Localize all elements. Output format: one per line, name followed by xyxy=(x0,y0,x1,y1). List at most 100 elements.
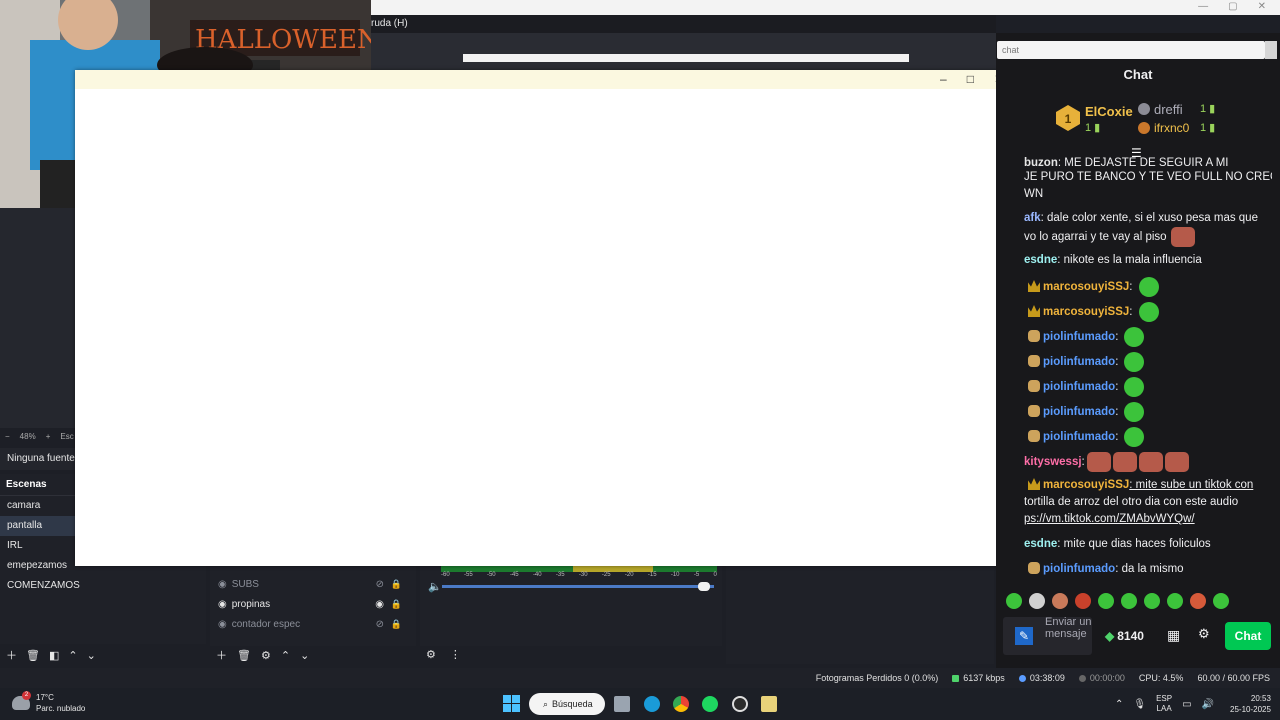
leaderboard: 1 ElCoxie 1 ▮ dreffi 1 ▮ ifrxnc0 1 ▮ xyxy=(1056,102,1256,142)
lock-icon[interactable]: 🔒 xyxy=(391,619,402,630)
delete-source-button[interactable]: 🗑 xyxy=(237,649,251,662)
chat-url-button[interactable] xyxy=(1265,41,1277,59)
clock[interactable]: 20:53 25-10-2025 xyxy=(1230,693,1271,715)
app-icon[interactable] xyxy=(761,696,777,712)
delete-scene-button[interactable]: 🗑 xyxy=(26,649,40,662)
emote-picker-icon[interactable] xyxy=(1121,593,1137,609)
chat-send-button[interactable]: Chat xyxy=(1225,622,1271,650)
pin-icon[interactable]: ✎ xyxy=(1015,627,1033,645)
minimize-button[interactable]: — xyxy=(1198,1,1208,12)
source-item[interactable]: ◉ contador espec ⊘ 🔒 xyxy=(210,614,416,634)
maximize-button[interactable]: ▢ xyxy=(1228,1,1237,12)
chat-username[interactable]: marcosouyiSSJ xyxy=(1043,306,1129,318)
source-down-button[interactable]: ⌄ xyxy=(300,649,309,662)
chat-username[interactable]: piolinfumado xyxy=(1043,331,1115,343)
chat-message: JE PURO TE BANCO Y TE VEO FULL NO CREO xyxy=(1024,169,1272,186)
chat-settings-icon[interactable]: ⚙ xyxy=(1198,626,1210,642)
close-button[interactable]: ✕ xyxy=(1258,1,1266,12)
emote-bar xyxy=(1006,593,1229,609)
emote-picker-icon[interactable] xyxy=(1098,593,1114,609)
chat-messages: buzon: ME DEJASTE DE SEGUIR A MI JE PURO … xyxy=(1024,155,1272,585)
emote-picker-icon[interactable] xyxy=(1052,593,1068,609)
chat-username[interactable]: esdne xyxy=(1024,254,1057,266)
meter-tick: -25 xyxy=(601,572,611,578)
windows-start-icon[interactable] xyxy=(503,695,520,712)
chat-username[interactable]: piolinfumado xyxy=(1043,406,1115,418)
tray-chevron-icon[interactable]: ⌃ xyxy=(1115,699,1123,710)
obs-icon[interactable] xyxy=(732,696,748,712)
bitrate: 6137 kbps xyxy=(952,673,1005,683)
chat-username[interactable]: esdne xyxy=(1024,538,1057,550)
language-indicator[interactable]: ESP LAA xyxy=(1156,694,1172,714)
leader-1-name[interactable]: ElCoxie xyxy=(1085,104,1133,119)
zoom-out-button[interactable]: − xyxy=(5,432,10,441)
audio-mixer xyxy=(420,566,722,646)
emote-picker-icon[interactable] xyxy=(1075,593,1091,609)
chat-username[interactable]: buzon xyxy=(1024,157,1058,169)
chat-username[interactable]: piolinfumado xyxy=(1043,563,1115,575)
bag-badge-icon xyxy=(1028,330,1040,343)
popup-minimize-button[interactable]: – xyxy=(940,72,947,86)
filter-scene-button[interactable]: ◧ xyxy=(49,649,59,662)
leader-3-count: 1 ▮ xyxy=(1200,122,1216,134)
leader-2-name[interactable]: dreffi xyxy=(1154,102,1183,117)
add-scene-button[interactable]: ＋ xyxy=(6,647,17,663)
mixer-settings-icon[interactable]: ⚙ xyxy=(426,648,436,661)
face-emote-icon xyxy=(1164,452,1189,472)
chat-text: : xyxy=(1081,456,1085,469)
chat-username[interactable]: piolinfumado xyxy=(1043,381,1115,393)
move-up-button[interactable]: ⌃ xyxy=(68,649,77,662)
source-up-button[interactable]: ⌃ xyxy=(281,649,290,662)
file-explorer-icon[interactable] xyxy=(614,696,630,712)
weather-widget[interactable]: 2 17°C Parc. nublado xyxy=(12,691,85,714)
popup-maximize-button[interactable]: □ xyxy=(967,72,974,86)
svg-text:1: 1 xyxy=(1065,112,1072,126)
chat-username[interactable]: piolinfumado xyxy=(1043,431,1115,443)
bag-badge-icon xyxy=(1028,405,1040,418)
edge-icon[interactable] xyxy=(644,696,660,712)
eye-icon[interactable]: ◉ xyxy=(375,599,384,610)
move-down-button[interactable]: ⌄ xyxy=(87,649,96,662)
mixer-menu-icon[interactable]: ⋮ xyxy=(450,648,461,661)
store-icon[interactable]: ▦ xyxy=(1167,627,1180,644)
emote-picker-icon[interactable] xyxy=(1144,593,1160,609)
chat-username[interactable]: marcosouyiSSJ xyxy=(1043,479,1129,491)
eye-hidden-icon[interactable]: ⊘ xyxy=(376,579,384,590)
taskbar-search[interactable]: ⌕ Búsqueda xyxy=(529,693,605,715)
emote-picker-icon[interactable] xyxy=(1006,593,1022,609)
source-settings-icon[interactable]: ⚙ xyxy=(261,649,271,662)
lock-icon[interactable]: 🔒 xyxy=(391,599,402,610)
zoom-in-button[interactable]: + xyxy=(46,432,51,441)
microphone-icon[interactable]: 🎙 xyxy=(1133,699,1146,710)
chat-username[interactable]: afk xyxy=(1024,212,1041,224)
leader-3-name[interactable]: ifrxnc0 xyxy=(1154,121,1189,135)
emote-picker-icon[interactable] xyxy=(1167,593,1183,609)
chat-username[interactable]: marcosouyiSSJ xyxy=(1043,281,1129,293)
chat-url-bar[interactable]: chat xyxy=(997,41,1265,59)
source-item[interactable]: ◉ SUBS ⊘ 🔒 xyxy=(210,574,416,594)
volume-slider-knob[interactable] xyxy=(697,582,710,591)
network-icon[interactable]: ▭ xyxy=(1182,699,1191,710)
chat-username[interactable]: kityswessj xyxy=(1024,456,1082,468)
blank-window-title-bar[interactable] xyxy=(75,70,1024,89)
add-source-button[interactable]: ＋ xyxy=(216,647,227,663)
lock-icon[interactable]: 🔒 xyxy=(391,579,402,590)
chrome-icon[interactable] xyxy=(673,696,689,712)
menu-help[interactable]: ruda (H) xyxy=(371,18,408,29)
volume-icon[interactable]: 🔈 xyxy=(428,580,442,593)
emote-picker-icon[interactable] xyxy=(1190,593,1206,609)
emote-picker-icon[interactable] xyxy=(1029,593,1045,609)
volume-slider[interactable] xyxy=(442,585,714,588)
source-item[interactable]: ◉ propinas ◉ 🔒 xyxy=(210,594,416,614)
scene-item[interactable]: COMENZAMOS xyxy=(0,576,206,596)
leader-2-count: 1 ▮ xyxy=(1200,103,1216,115)
blank-window[interactable] xyxy=(75,70,1024,566)
eye-hidden-icon[interactable]: ⊘ xyxy=(376,619,384,630)
chat-link[interactable]: ps://vm.tiktok.com/ZMAbvWYQw/ xyxy=(1024,513,1195,525)
emote-picker-icon[interactable] xyxy=(1213,593,1229,609)
chat-link[interactable]: : mite sube un tiktok con xyxy=(1129,479,1253,491)
speaker-icon[interactable]: 🔊 xyxy=(1202,699,1214,710)
spotify-icon[interactable] xyxy=(702,696,718,712)
channel-points[interactable]: ◆ 8140 xyxy=(1105,629,1144,643)
chat-username[interactable]: piolinfumado xyxy=(1043,356,1115,368)
